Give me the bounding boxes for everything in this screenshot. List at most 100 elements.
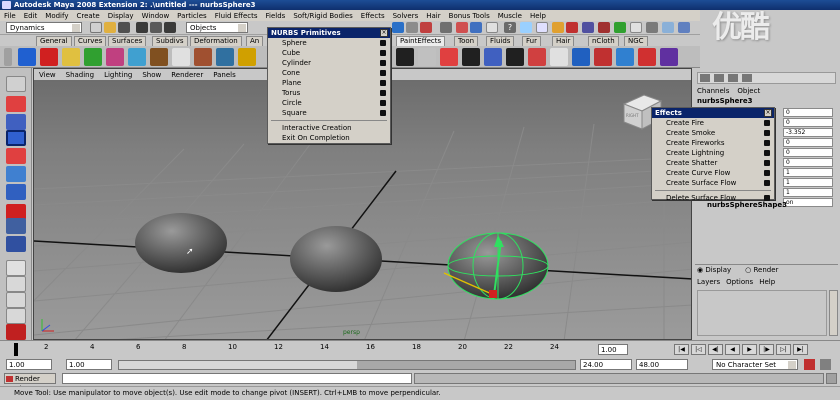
step-forward-key-icon[interactable]: ▷| [776, 344, 791, 355]
attribute-editor-icon[interactable] [536, 22, 548, 33]
select-object-icon[interactable] [150, 22, 162, 33]
range-slider-handle[interactable] [119, 361, 357, 369]
shelf-tab-ngc[interactable]: NGC [624, 36, 648, 46]
viewport-menu-show[interactable]: Show [137, 71, 166, 79]
playback-start-field[interactable]: 1.00 [66, 359, 112, 370]
menu-edit[interactable]: Edit [20, 12, 42, 20]
layer-mode-render[interactable]: ○ Render [745, 266, 778, 274]
option-box-icon[interactable] [380, 110, 386, 116]
animation-prefs-icon[interactable] [820, 359, 831, 370]
shelf-tab-general[interactable]: General [36, 36, 72, 46]
channel-rotate-x[interactable]: 0 [783, 138, 833, 147]
select-component-icon[interactable] [164, 22, 176, 33]
shelf-tab-fluids[interactable]: Fluids [486, 36, 515, 46]
shelf-tab-animation[interactable]: An [246, 36, 264, 46]
auto-key-icon[interactable] [804, 359, 815, 370]
select-hierarchy-icon[interactable] [136, 22, 148, 33]
channel-translate-y[interactable]: 0 [783, 118, 833, 127]
help-icon[interactable]: ? [504, 22, 516, 33]
menuset-dropdown[interactable]: Dynamics [6, 22, 82, 33]
effects-item-create-lightning[interactable]: Create Lightning [652, 148, 774, 158]
layout-four-icon[interactable] [678, 22, 690, 33]
rotate-tool-icon[interactable] [6, 148, 26, 164]
nurbs-item-torus[interactable]: Torus [268, 88, 390, 98]
brush-fire-icon[interactable] [440, 48, 458, 66]
channelbox-tab-object[interactable]: Object [737, 87, 760, 95]
current-frame-field[interactable]: 1.00 [598, 344, 628, 355]
brush-white-icon[interactable] [172, 48, 190, 66]
effects-item-delete-surface-flow[interactable]: Delete Surface Flow [652, 193, 774, 203]
hypergraph-icon[interactable] [614, 22, 626, 33]
hypershade-icon[interactable] [520, 22, 532, 33]
menu-window[interactable]: Window [138, 12, 174, 20]
option-box-icon[interactable] [764, 160, 770, 166]
viewport-menu-lighting[interactable]: Lighting [99, 71, 137, 79]
close-icon[interactable]: × [764, 109, 772, 117]
sphere-1[interactable] [135, 213, 227, 273]
option-box-icon[interactable] [380, 40, 386, 46]
option-box-icon[interactable] [764, 150, 770, 156]
option-box-icon[interactable] [764, 195, 770, 201]
brush-dark-icon[interactable] [506, 48, 524, 66]
shelf-tab-fur[interactable]: Fur [522, 36, 541, 46]
effects-item-create-fireworks[interactable]: Create Fireworks [652, 138, 774, 148]
shelf-tab-curves[interactable]: Curves [74, 36, 107, 46]
layer-mode-display[interactable]: ◉ Display [697, 266, 731, 274]
step-back-frame-icon[interactable]: ◀| [708, 344, 723, 355]
brush-yellow-icon[interactable] [238, 48, 256, 66]
nurbs-item-plane[interactable]: Plane [268, 78, 390, 88]
shelf-tab-surfaces[interactable]: Surfaces [108, 36, 147, 46]
new-scene-icon[interactable] [90, 22, 102, 33]
tool-settings-toggle-icon[interactable] [728, 74, 738, 82]
render-view-button[interactable]: Render View [4, 373, 56, 393]
shelf-menu-icon[interactable] [4, 48, 12, 66]
render-icon[interactable] [456, 22, 468, 33]
ipr-render-icon[interactable] [470, 22, 482, 33]
option-box-icon[interactable] [380, 70, 386, 76]
channel-rotate-z[interactable]: 0 [783, 158, 833, 167]
open-scene-icon[interactable] [104, 22, 116, 33]
brush-gold-icon[interactable] [62, 48, 80, 66]
menu-particles[interactable]: Particles [173, 12, 211, 20]
range-slider[interactable] [118, 360, 576, 370]
channel-visibility[interactable]: on [783, 198, 833, 207]
lasso-tool-icon[interactable] [6, 96, 26, 112]
option-box-icon[interactable] [764, 180, 770, 186]
go-to-end-icon[interactable]: ▶| [793, 344, 808, 355]
sphere-2[interactable] [290, 226, 382, 292]
menu-hair[interactable]: Hair [422, 12, 444, 20]
animation-end-field[interactable]: 48.00 [636, 359, 688, 370]
layer-scrollbar[interactable] [829, 290, 838, 336]
brush-orange-icon[interactable] [194, 48, 212, 66]
nurbs-item-interactive-creation[interactable]: Interactive Creation [268, 123, 390, 133]
select-tool-icon[interactable] [6, 76, 26, 92]
move-tool-icon[interactable] [6, 130, 26, 146]
brush-blue-icon[interactable] [18, 48, 36, 66]
animation-start-field[interactable]: 1.00 [6, 359, 52, 370]
layout-single-pane-icon[interactable] [6, 260, 26, 276]
channel-scale-y[interactable]: 1 [783, 178, 833, 187]
menu-fields[interactable]: Fields [262, 12, 290, 20]
outliner-icon[interactable] [582, 22, 594, 33]
menu-bonus-tools[interactable]: Bonus Tools [445, 12, 494, 20]
layer-list[interactable] [697, 290, 827, 336]
nurbs-item-cylinder[interactable]: Cylinder [268, 58, 390, 68]
scale-tool-icon[interactable] [6, 166, 26, 182]
channel-scale-z[interactable]: 1 [783, 188, 833, 197]
brush-cloud-icon[interactable] [550, 48, 568, 66]
brush-red-icon[interactable] [40, 48, 58, 66]
go-to-start-icon[interactable]: |◀ [674, 344, 689, 355]
option-box-icon[interactable] [764, 140, 770, 146]
step-forward-frame-icon[interactable]: |▶ [759, 344, 774, 355]
playback-end-field[interactable]: 24.00 [580, 359, 632, 370]
nurbs-item-sphere[interactable]: Sphere [268, 38, 390, 48]
current-time-marker[interactable] [14, 343, 18, 356]
effects-item-create-curve-flow[interactable]: Create Curve Flow [652, 168, 774, 178]
layer-menu-help[interactable]: Help [759, 278, 775, 286]
mel-command-input[interactable] [62, 373, 412, 384]
layout-single-icon[interactable] [662, 22, 674, 33]
brush-water-icon[interactable] [572, 48, 590, 66]
brush-scarlet-icon[interactable] [594, 48, 612, 66]
close-icon[interactable]: × [380, 29, 388, 37]
shelf-tab-painteffects[interactable]: PaintEffects [396, 36, 446, 46]
